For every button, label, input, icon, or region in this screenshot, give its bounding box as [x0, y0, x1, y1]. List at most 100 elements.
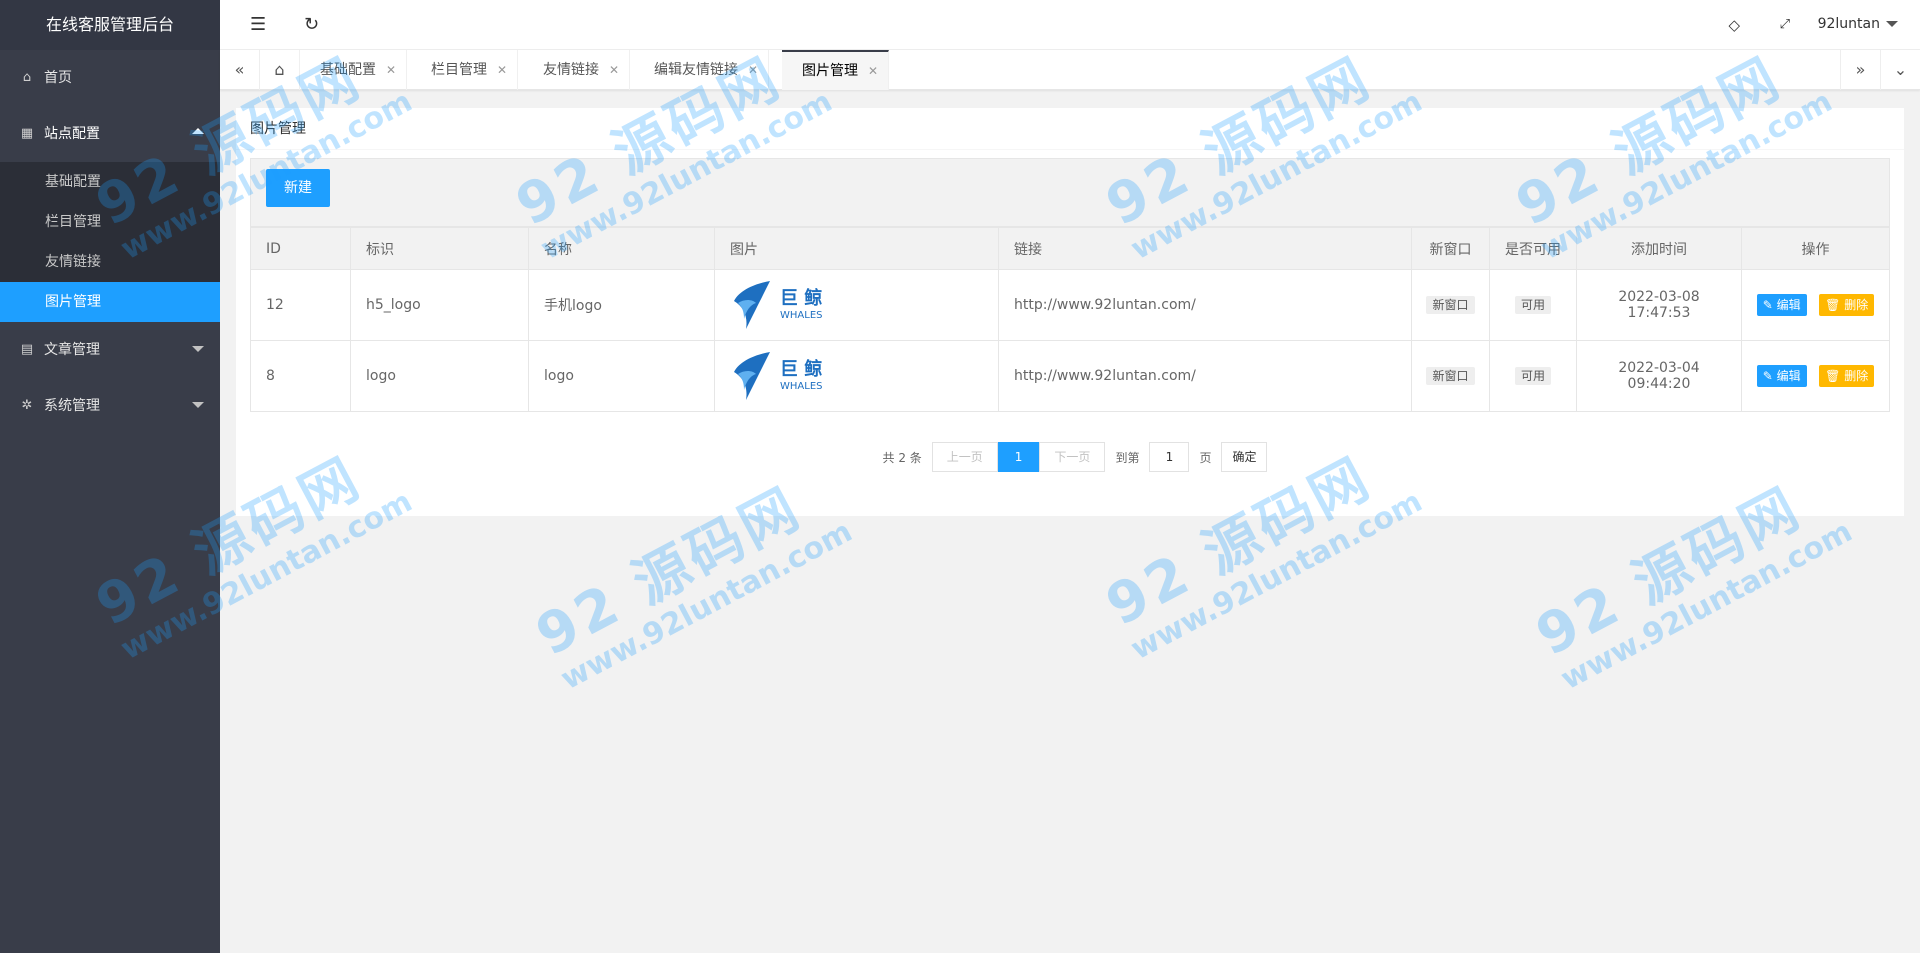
table-toolbar: 新建 — [250, 158, 1890, 227]
tab-label: 栏目管理 — [431, 62, 487, 78]
refresh-icon[interactable]: ↻ — [304, 15, 319, 35]
cell-id: 12 — [250, 269, 351, 341]
page-button-current[interactable]: 1 — [997, 442, 1040, 472]
sidebar-item-article-manage[interactable]: ▤ 文章管理 — [0, 322, 220, 378]
tag-icon[interactable]: ◇ — [1728, 15, 1740, 35]
edit-button[interactable]: ✎ 编辑 — [1756, 365, 1807, 387]
home-icon: ⌂ — [22, 70, 32, 85]
watermark-url: www.92luntan.com — [1555, 513, 1859, 698]
cell-link: http://www.92luntan.com/ — [998, 269, 1412, 341]
close-icon[interactable]: ✕ — [497, 50, 507, 90]
tabs-dropdown-icon[interactable]: ⌄ — [1880, 50, 1920, 90]
tab-label: 友情链接 — [543, 62, 599, 78]
cell-name: logo — [528, 340, 715, 412]
pagination: 共 2 条 上一页 1 下一页 到第 1 页 确定 — [236, 442, 1904, 472]
whale-icon — [734, 352, 770, 400]
page-number-input[interactable]: 1 — [1149, 442, 1190, 472]
status-badge: 新窗口 — [1426, 367, 1475, 385]
prev-page-button[interactable]: 上一页 — [931, 442, 998, 472]
logo-text-en: WHALES — [780, 309, 823, 321]
gear-icon: ✲ — [21, 398, 33, 413]
user-menu[interactable]: 92luntan — [1818, 16, 1898, 32]
logo-text-cn: 巨 鲸 — [780, 359, 823, 381]
tab-column-manage[interactable]: 栏目管理 ✕ — [411, 50, 518, 90]
content-card: 图片管理 新建 ID 标识 名称 图片 链接 新窗口 是否可用 添加时间 操作 … — [236, 108, 1904, 516]
pencil-icon: ✎ — [1762, 369, 1773, 383]
delete-label: 删除 — [1844, 298, 1869, 312]
sidebar: 在线客服管理后台 ⌂ 首页 ▦ 站点配置 基础配置 栏目管理 友情链接 图片管理… — [0, 0, 220, 953]
fullscreen-icon[interactable]: ⤢ — [1780, 15, 1790, 35]
new-button[interactable]: 新建 — [266, 169, 330, 207]
cell-time: 2022-03-08 17:47:53 — [1576, 269, 1742, 341]
col-new-window: 新窗口 — [1411, 227, 1490, 270]
image-table: ID 标识 名称 图片 链接 新窗口 是否可用 添加时间 操作 12 h5_lo… — [250, 227, 1890, 412]
app-title: 在线客服管理后台 — [0, 0, 220, 50]
col-actions: 操作 — [1741, 227, 1890, 270]
edit-label: 编辑 — [1776, 298, 1801, 312]
sidebar-item-system-manage[interactable]: ✲ 系统管理 — [0, 378, 220, 434]
next-page-button[interactable]: 下一页 — [1039, 442, 1106, 472]
pager-confirm-button[interactable]: 确定 — [1221, 442, 1268, 472]
sidebar-item-basic-config[interactable]: 基础配置 — [0, 162, 220, 202]
cell-key: logo — [350, 340, 529, 412]
tabs-scroll-right-icon[interactable]: » — [1840, 50, 1880, 90]
close-icon[interactable]: ✕ — [386, 50, 396, 90]
sidebar-item-label: 系统管理 — [44, 398, 100, 414]
cell-new-window: 新窗口 — [1411, 340, 1490, 412]
edit-button[interactable]: ✎ 编辑 — [1756, 294, 1807, 316]
whale-logo-image: 巨 鲸 WHALES — [730, 350, 983, 402]
tab-friend-links[interactable]: 友情链接 ✕ — [523, 50, 630, 90]
sidebar-item-column-manage[interactable]: 栏目管理 — [0, 202, 220, 242]
tab-label: 基础配置 — [320, 62, 376, 78]
col-time: 添加时间 — [1576, 227, 1742, 270]
sidebar-item-label: 文章管理 — [44, 342, 100, 358]
tab-home-icon[interactable]: ⌂ — [260, 50, 300, 90]
delete-button[interactable]: 🗑 删除 — [1819, 294, 1875, 316]
delete-label: 删除 — [1844, 369, 1869, 383]
top-header: ☰ ↻ ◇ ⤢ 92luntan — [220, 0, 1920, 50]
pencil-icon: ✎ — [1762, 298, 1773, 312]
sidebar-item-label: 站点配置 — [44, 126, 100, 142]
tab-label: 图片管理 — [802, 63, 858, 79]
calendar-icon: ▦ — [20, 126, 34, 141]
whale-logo-image: 巨 鲸 WHALES — [730, 279, 983, 331]
menu-fold-icon[interactable]: ☰ — [250, 15, 266, 35]
col-link: 链接 — [998, 227, 1412, 270]
cell-enabled: 可用 — [1489, 340, 1577, 412]
close-icon[interactable]: ✕ — [609, 50, 619, 90]
table-header-row: ID 标识 名称 图片 链接 新窗口 是否可用 添加时间 操作 — [250, 227, 1890, 270]
cell-image: 巨 鲸 WHALES — [714, 269, 999, 341]
tab-edit-friend-link[interactable]: 编辑友情链接 ✕ — [634, 50, 769, 90]
col-key: 标识 — [350, 227, 529, 270]
chevron-up-icon — [192, 128, 204, 134]
sidebar-item-site-config[interactable]: ▦ 站点配置 — [0, 106, 220, 162]
cell-id: 8 — [250, 340, 351, 412]
sidebar-item-label: 首页 — [44, 70, 72, 86]
edit-label: 编辑 — [1776, 369, 1801, 383]
tabs-scroll-left-icon[interactable]: « — [220, 50, 260, 90]
delete-button[interactable]: 🗑 删除 — [1819, 365, 1875, 387]
subnav-site-config: 基础配置 栏目管理 友情链接 图片管理 — [0, 162, 220, 322]
document-icon: ▤ — [20, 342, 34, 357]
logo-text-en: WHALES — [780, 380, 823, 392]
tab-label: 编辑友情链接 — [654, 62, 738, 78]
sidebar-item-friend-links[interactable]: 友情链接 — [0, 242, 220, 282]
col-id: ID — [250, 227, 351, 270]
pager-goto-label: 到第 — [1115, 450, 1140, 465]
pager-page-unit: 页 — [1199, 450, 1212, 465]
col-image: 图片 — [714, 227, 999, 270]
cell-time: 2022-03-04 09:44:20 — [1576, 340, 1742, 412]
status-badge: 可用 — [1514, 367, 1551, 385]
pager-total: 共 2 条 — [882, 450, 922, 465]
sidebar-item-home[interactable]: ⌂ 首页 — [0, 50, 220, 106]
cell-enabled: 可用 — [1489, 269, 1577, 341]
tab-basic-config[interactable]: 基础配置 ✕ — [300, 50, 407, 90]
sidebar-item-image-manage[interactable]: 图片管理 — [0, 282, 220, 322]
close-icon[interactable]: ✕ — [868, 52, 878, 90]
close-icon[interactable]: ✕ — [748, 50, 758, 90]
tab-image-manage[interactable]: 图片管理 ✕ — [782, 50, 889, 90]
cell-key: h5_logo — [350, 269, 529, 341]
table-row: 8 logo logo 巨 鲸 WHALES http://www.92lunt… — [250, 340, 1890, 412]
cell-actions: ✎ 编辑 🗑 删除 — [1741, 269, 1890, 341]
trash-icon: 🗑 — [1825, 369, 1841, 383]
